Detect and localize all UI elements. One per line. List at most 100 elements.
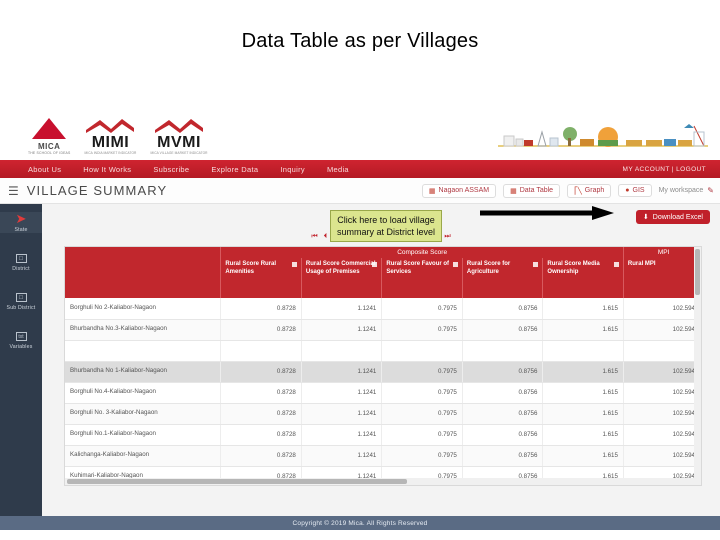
- filter-icon[interactable]: [533, 262, 539, 267]
- table-row[interactable]: Bhurbandha No 1-Kaliabor-Nagaon 0.8728 1…: [65, 361, 701, 383]
- col-agriculture[interactable]: Rural Score for Agriculture: [462, 258, 544, 298]
- chart-icon: ⎡╲: [574, 187, 582, 195]
- image-icon: ☐: [15, 293, 27, 302]
- col-rural-amenities[interactable]: Rural Score Rural Amenities: [220, 258, 302, 298]
- sidebar-item-sub-district[interactable]: ☐ Sub District: [0, 286, 42, 311]
- nav-item-about-us[interactable]: About Us: [28, 165, 61, 174]
- nav-item-subscribe[interactable]: Subscribe: [153, 165, 189, 174]
- mvmi-tagline: MICA VILLAGE MARKET INDICATOR: [150, 151, 208, 155]
- table-row[interactable]: Borghuli No 2-Kaliabor-Nagaon 0.8728 1.1…: [65, 298, 701, 320]
- data-table-button-label: Data Table: [519, 187, 554, 194]
- filter-icon[interactable]: [291, 262, 297, 267]
- slide-root: Data Table as per Villages MICA THE SCHO…: [0, 0, 720, 540]
- col-media-ownership[interactable]: Rural Score Media Ownership: [542, 258, 624, 298]
- cell-commercial-usage: 1.1241: [301, 298, 383, 320]
- nav-item-media[interactable]: Media: [327, 165, 349, 174]
- col-village-name[interactable]: [65, 258, 222, 298]
- page-first-button[interactable]: ⏮: [311, 233, 317, 241]
- cell-media-ownership: 1.615: [542, 319, 624, 341]
- table-column-header-row: Rural Score Rural Amenities Rural Score …: [65, 258, 701, 298]
- cell-favour-of-services: 0.7975: [381, 298, 463, 320]
- table-body: Borghuli No 2-Kaliabor-Nagaon 0.8728 1.1…: [65, 298, 701, 485]
- cell-media-ownership: 1.615: [542, 382, 624, 404]
- col-favour-of-services[interactable]: Rural Score Favour of Services: [381, 258, 463, 298]
- sidebar-item-variables[interactable]: txt Variables: [0, 325, 42, 350]
- cell-rural-mpi: 102.5949: [623, 361, 701, 383]
- table-row[interactable]: Borghuli No. 3-Kaliabor-Nagaon 0.8728 1.…: [65, 403, 701, 425]
- horizontal-scrollbar[interactable]: [65, 478, 701, 485]
- cell-rural-mpi: 102.5949: [623, 403, 701, 425]
- cell-village-name: Borghuli No. 3-Kaliabor-Nagaon: [65, 403, 222, 425]
- spacer-cell: [65, 340, 222, 362]
- data-table-button[interactable]: ▦ Data Table: [503, 183, 561, 198]
- nav-item-how-it-works[interactable]: How It Works: [83, 165, 131, 174]
- filter-icon[interactable]: [613, 262, 619, 267]
- my-workspace[interactable]: My workspace ✎: [659, 186, 714, 195]
- download-excel-button[interactable]: ⬇ Download Excel: [635, 210, 710, 224]
- hamburger-icon[interactable]: ☰: [8, 185, 19, 197]
- page-last-button[interactable]: ⏭: [444, 233, 450, 241]
- graph-button[interactable]: ⎡╲ Graph: [567, 183, 612, 198]
- cell-rural-amenities: 0.8728: [220, 424, 302, 446]
- col-label: Rural Score Commercial Usage of Premises: [305, 261, 376, 275]
- download-icon: ⬇: [642, 214, 649, 221]
- table-row[interactable]: Borghuli No.4-Kaliabor-Nagaon 0.8728 1.1…: [65, 382, 701, 404]
- table-group-header-row: Composite Score MPI Village Profile: [65, 247, 701, 258]
- cell-rural-mpi: 102.5949: [623, 382, 701, 404]
- app-header: ☰ VILLAGE SUMMARY ▦ Nagaon ASSAM ▦ Data …: [0, 178, 720, 204]
- table-row[interactable]: Kalichanga-Kaliabor-Nagaon 0.8728 1.1241…: [65, 445, 701, 467]
- horizontal-scroll-thumb[interactable]: [67, 479, 407, 484]
- text-box-icon: txt: [15, 332, 27, 341]
- region-button[interactable]: ▦ Nagaon ASSAM: [421, 183, 497, 198]
- cell-village-name: Kalichanga-Kaliabor-Nagaon: [65, 445, 222, 467]
- table-row-spacer: [65, 340, 701, 362]
- spacer-cell: [462, 340, 544, 362]
- vertical-scroll-thumb[interactable]: [695, 249, 700, 295]
- mica-tagline: THE SCHOOL OF IDEAS: [28, 151, 71, 155]
- spacer-cell: [381, 340, 463, 362]
- filter-icon[interactable]: [452, 262, 458, 267]
- mica-triangle-icon: [32, 118, 67, 142]
- sidebar-item-label: State: [14, 227, 28, 233]
- nav-item-explore-data[interactable]: Explore Data: [211, 165, 258, 174]
- mvmi-swoosh-icon: [153, 118, 205, 134]
- sidebar-item-label: District: [12, 266, 30, 272]
- cell-rural-mpi: 102.5949: [623, 445, 701, 467]
- table-row[interactable]: Bhurbandha No.3-Kaliabor-Nagaon 0.8728 1…: [65, 319, 701, 341]
- cell-agriculture: 0.8756: [462, 361, 544, 383]
- mimi-swoosh-icon: [84, 118, 136, 134]
- filter-icon[interactable]: [372, 262, 378, 267]
- vertical-scrollbar[interactable]: [694, 247, 701, 485]
- sidebar-item-state[interactable]: ➤ State: [0, 212, 42, 233]
- sidebar-item-district[interactable]: ☐ District: [0, 247, 42, 272]
- cell-commercial-usage: 1.1241: [301, 319, 383, 341]
- table-row[interactable]: Borghuli No.1-Kaliabor-Nagaon 0.8728 1.1…: [65, 424, 701, 446]
- image-icon: ☐: [15, 254, 27, 263]
- logo-mica: MICA THE SCHOOL OF IDEAS: [28, 118, 70, 155]
- cell-rural-amenities: 0.8728: [220, 361, 302, 383]
- map-pin-icon: ●: [625, 187, 630, 194]
- spacer-cell: [301, 340, 383, 362]
- spacer-cell: [623, 340, 701, 362]
- graph-button-label: Graph: [584, 187, 605, 194]
- col-commercial-usage[interactable]: Rural Score Commercial Usage of Premises: [301, 258, 383, 298]
- content-area: ⬇ Download Excel ⏮ ⏴ 1 2 3 4 ... 6 7 8 9: [42, 204, 720, 516]
- pencil-icon[interactable]: ✎: [707, 186, 714, 195]
- cell-agriculture: 0.8756: [462, 319, 544, 341]
- logo-group: MICA THE SCHOOL OF IDEAS MIMI MICA INDIA…: [28, 118, 208, 155]
- data-table-card: Composite Score MPI Village Profile Rura…: [64, 246, 702, 486]
- screenshot-frame: MICA THE SCHOOL OF IDEAS MIMI MICA INDIA…: [0, 110, 720, 530]
- col-label: Rural Score for Agriculture: [466, 261, 511, 275]
- cell-agriculture: 0.8756: [462, 445, 544, 467]
- col-rural-mpi[interactable]: Rural MPI: [623, 258, 701, 298]
- logo-mimi: MIMI MICA INDIA MARKET INDICATOR: [84, 118, 136, 155]
- account-logout-link[interactable]: MY ACCOUNT | LOGOUT: [623, 166, 706, 173]
- page-prev-button[interactable]: ⏴: [324, 233, 328, 241]
- table-icon: ▦: [428, 187, 436, 195]
- nav-item-inquiry[interactable]: Inquiry: [280, 165, 305, 174]
- gis-button[interactable]: ● GIS: [618, 184, 652, 197]
- group-header-composite-score: Composite Score: [220, 247, 624, 258]
- cell-agriculture: 0.8756: [462, 298, 544, 320]
- cell-commercial-usage: 1.1241: [301, 424, 383, 446]
- sidebar: ➤ State ☐ District ☐ Sub District txt Va…: [0, 204, 42, 516]
